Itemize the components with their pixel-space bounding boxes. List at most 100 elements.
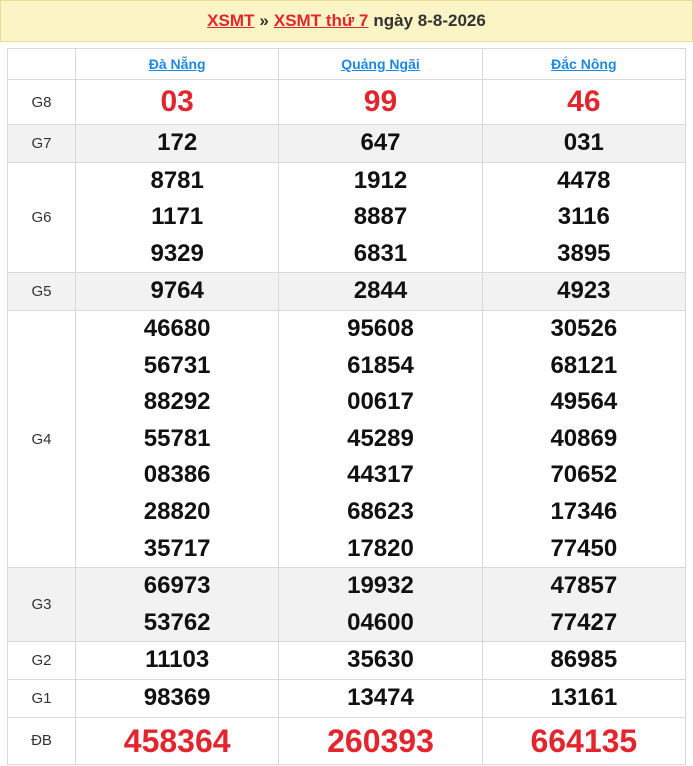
winning-number: 2844 bbox=[353, 277, 408, 305]
winning-number: 9764 bbox=[150, 277, 204, 305]
province-link-quang-ngai[interactable]: Quảng Ngãi bbox=[341, 56, 420, 72]
province-link-dac-nong[interactable]: Đắc Nông bbox=[551, 56, 616, 72]
winning-number: 68623 bbox=[347, 497, 414, 525]
winning-number: 98369 bbox=[143, 683, 211, 711]
winning-number: 031 bbox=[563, 129, 604, 156]
winning-number: 13161 bbox=[550, 683, 618, 711]
prize-label: G2 bbox=[7, 641, 76, 680]
prize-cell: 86985 bbox=[481, 641, 687, 680]
prize-cell: 458364 bbox=[74, 716, 280, 765]
winning-number: 3116 bbox=[557, 203, 610, 231]
prize-cell: 30526 68121 49564 40869 70652 17346 77450 bbox=[481, 309, 687, 569]
winning-number: 3895 bbox=[557, 239, 611, 267]
winning-number: 35717 bbox=[143, 534, 211, 562]
prize-cell: 95608 61854 00617 45289 44317 68623 17820 bbox=[278, 309, 483, 569]
prize-label: G1 bbox=[7, 678, 76, 718]
prize-cell: 98369 bbox=[74, 678, 280, 718]
winning-number: 88292 bbox=[143, 388, 211, 416]
prize-row-g1: G1 98369 13474 13161 bbox=[7, 678, 687, 718]
winning-number: 1912 bbox=[353, 166, 408, 194]
prize-cell: 19932 04600 bbox=[278, 567, 483, 643]
prize-row-g8: G8 03 99 46 bbox=[7, 79, 687, 125]
prize-cell: 46680 56731 88292 55781 08386 28820 35717 bbox=[74, 309, 280, 569]
winning-number: 66973 bbox=[143, 572, 211, 600]
prize-cell: 35630 bbox=[278, 641, 483, 680]
winning-number: 4923 bbox=[557, 277, 611, 305]
prize-cell: 66973 53762 bbox=[74, 567, 280, 643]
winning-number: 17820 bbox=[347, 534, 414, 562]
xsmt-link[interactable]: XSMT bbox=[207, 11, 254, 31]
xsmt-saturday-link[interactable]: XSMT thứ 7 bbox=[274, 11, 368, 31]
winning-number: 46680 bbox=[143, 314, 211, 342]
winning-number: 44317 bbox=[347, 461, 414, 489]
winning-number: 08386 bbox=[143, 461, 211, 489]
winning-number: 47857 bbox=[550, 572, 618, 600]
prize-row-g3: G3 66973 53762 19932 04600 47857 77427 bbox=[7, 567, 687, 643]
winning-number: 664135 bbox=[530, 722, 638, 759]
prize-cell: 664135 bbox=[481, 716, 687, 765]
prize-cell: 46 bbox=[481, 79, 687, 125]
prize-cell: 4478 3116 3895 bbox=[481, 161, 687, 274]
winning-number: 458364 bbox=[123, 722, 231, 759]
winning-number: 260393 bbox=[327, 722, 434, 759]
prize-row-g4: G4 46680 56731 88292 55781 08386 28820 35717 956… bbox=[7, 309, 687, 569]
prize-cell: 03 bbox=[74, 79, 280, 125]
winning-number: 13474 bbox=[347, 683, 414, 711]
winning-number: 172 bbox=[157, 129, 198, 156]
prize-cell: 1912 8887 6831 bbox=[278, 161, 483, 274]
winning-number: 28820 bbox=[143, 497, 211, 525]
winning-number: 46 bbox=[567, 85, 601, 118]
winning-number: 647 bbox=[360, 129, 401, 156]
winning-number: 9329 bbox=[150, 239, 204, 267]
winning-number: 95608 bbox=[347, 314, 414, 342]
prize-row-g6: G6 8781 1171 9329 1912 8887 6831 4478 3116 3895 bbox=[7, 161, 687, 274]
prize-label: G8 bbox=[7, 79, 76, 125]
winning-number: 04600 bbox=[347, 608, 414, 636]
prize-cell: 8781 1171 9329 bbox=[74, 161, 280, 274]
province-header: Quảng Ngãi bbox=[278, 48, 483, 80]
prize-cell: 99 bbox=[278, 79, 483, 125]
prize-label: G7 bbox=[7, 124, 76, 163]
draw-date: ngày 8-8-2026 bbox=[373, 11, 486, 30]
province-link-da-nang[interactable]: Đà Nẵng bbox=[149, 56, 206, 72]
province-header-row: Đà Nẵng Quảng Ngãi Đắc Nông bbox=[7, 48, 687, 80]
prize-cell: 031 bbox=[481, 124, 687, 163]
winning-number: 11103 bbox=[145, 646, 210, 674]
empty-corner-cell bbox=[7, 48, 76, 80]
prize-cell: 13474 bbox=[278, 678, 483, 718]
prize-cell: 13161 bbox=[481, 678, 687, 718]
prize-cell: 172 bbox=[74, 124, 280, 163]
winning-number: 17346 bbox=[550, 497, 618, 525]
prize-label: G5 bbox=[7, 272, 76, 311]
prize-cell: 260393 bbox=[278, 716, 483, 765]
winning-number: 45289 bbox=[347, 424, 414, 452]
winning-number: 77450 bbox=[550, 534, 618, 562]
winning-number: 8887 bbox=[353, 203, 408, 231]
province-header: Đắc Nông bbox=[481, 48, 687, 80]
prize-cell: 9764 bbox=[74, 272, 280, 311]
winning-number: 68121 bbox=[550, 351, 618, 379]
winning-number: 55781 bbox=[143, 424, 211, 452]
prize-label: ĐB bbox=[7, 716, 76, 765]
winning-number: 8781 bbox=[150, 166, 204, 194]
winning-number: 6831 bbox=[353, 239, 408, 267]
prize-label: G4 bbox=[7, 309, 76, 569]
winning-number: 53762 bbox=[143, 608, 211, 636]
winning-number: 70652 bbox=[550, 461, 618, 489]
winning-number: 99 bbox=[363, 85, 398, 118]
prize-cell: 4923 bbox=[481, 272, 687, 311]
prize-label: G6 bbox=[7, 161, 76, 274]
winning-number: 19932 bbox=[347, 572, 414, 600]
prize-label: G3 bbox=[7, 567, 76, 643]
breadcrumb-separator: » bbox=[259, 11, 269, 30]
results-header: XSMT » XSMT thứ 7 ngày 8-8-2026 bbox=[0, 0, 693, 42]
province-header: Đà Nẵng bbox=[74, 48, 280, 80]
prize-row-db: ĐB 458364 260393 664135 bbox=[7, 716, 687, 765]
winning-number: 56731 bbox=[143, 351, 211, 379]
prize-cell: 2844 bbox=[278, 272, 483, 311]
prize-row-g7: G7 172 647 031 bbox=[7, 124, 687, 163]
winning-number: 40869 bbox=[550, 424, 618, 452]
winning-number: 86985 bbox=[550, 646, 618, 674]
lottery-results-page: XSMT » XSMT thứ 7 ngày 8-8-2026 Đà Nẵng … bbox=[0, 0, 693, 766]
prize-row-g5: G5 9764 2844 4923 bbox=[7, 272, 687, 311]
